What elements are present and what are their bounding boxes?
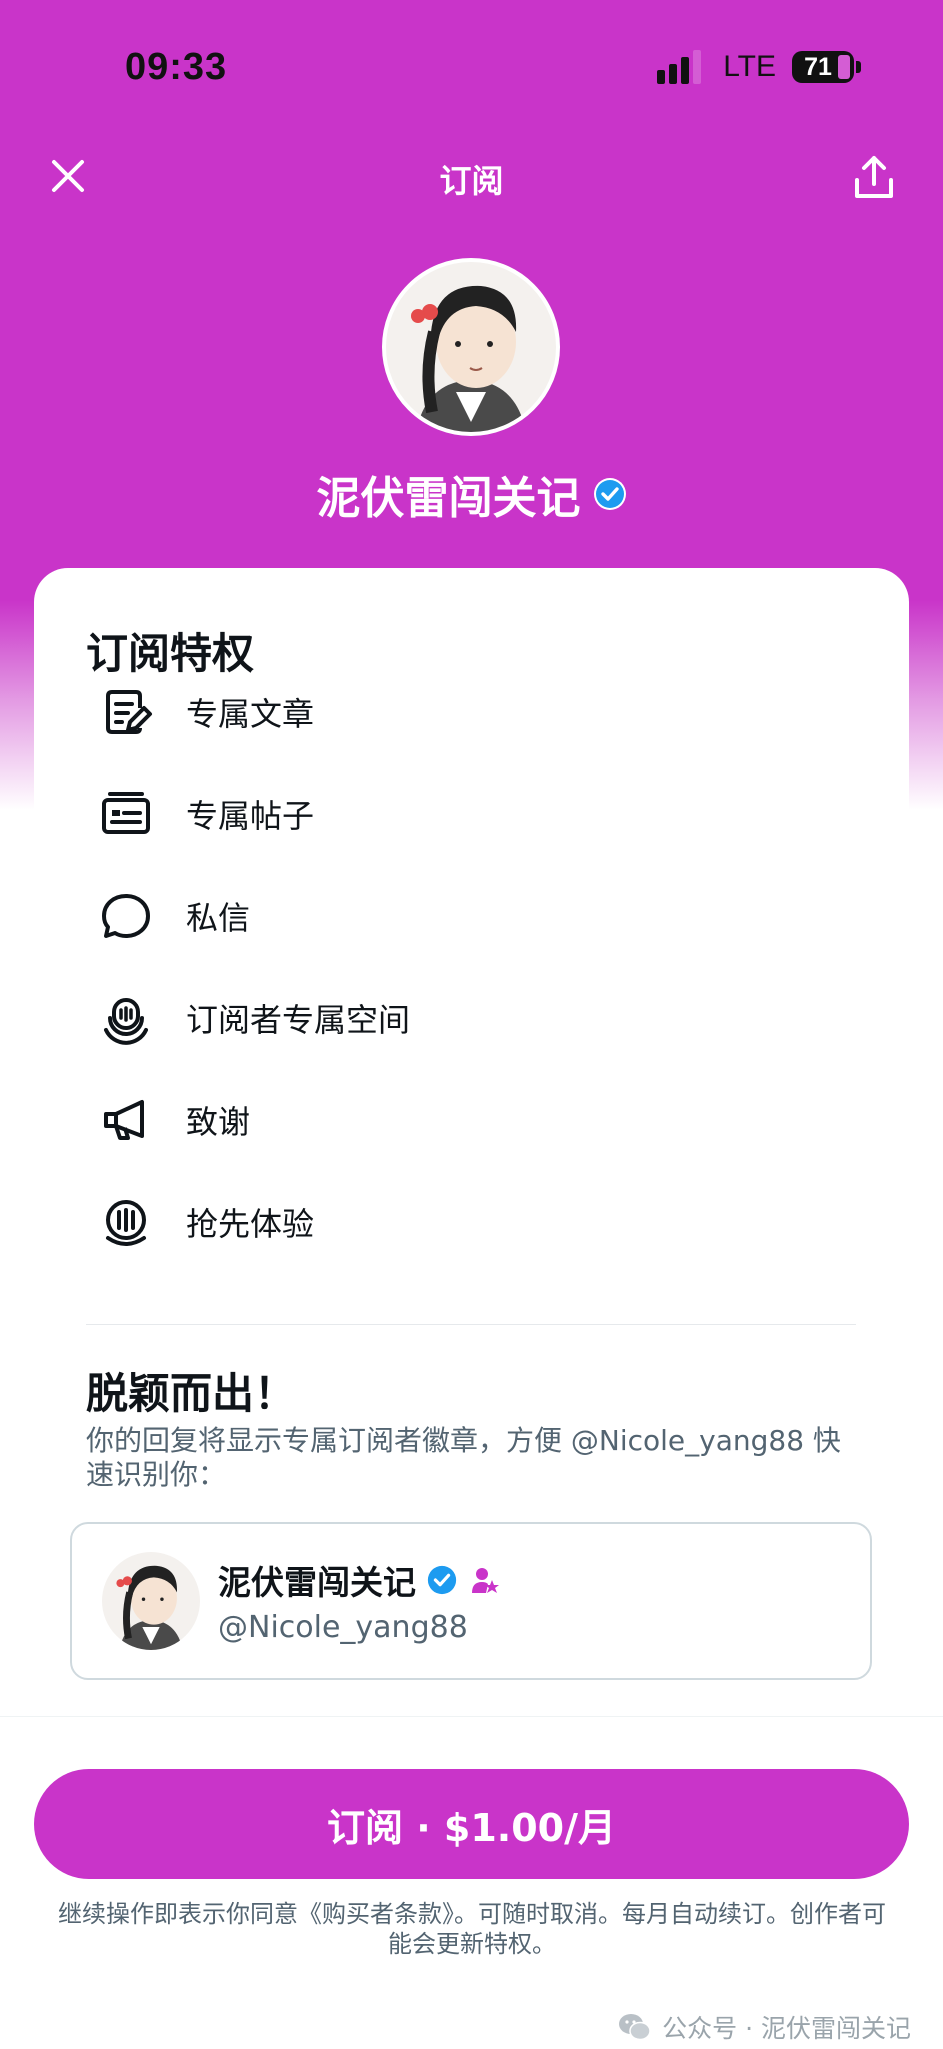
post-icon — [102, 792, 150, 834]
preview-handle: @Nicole_yang88 — [218, 1610, 468, 1645]
perk-item: 致谢 — [98, 1090, 250, 1150]
perk-label: 专属帖子 — [186, 797, 315, 835]
battery-icon: 71 — [792, 51, 854, 83]
perk-label: 私信 — [186, 899, 251, 937]
signal-icon — [657, 50, 702, 84]
battery-cap — [856, 61, 861, 73]
article-icon — [106, 690, 152, 734]
divider — [86, 1324, 856, 1325]
perk-label: 致谢 — [186, 1103, 251, 1141]
status-time: 09:33 — [125, 46, 228, 88]
profile-name-text: 泥伏雷闯关记 — [316, 473, 581, 524]
perk-label: 专属文章 — [186, 695, 315, 733]
message-icon — [102, 894, 150, 938]
preview-name: 泥伏雷闯关记 — [218, 1556, 500, 1604]
subscribe-button[interactable]: 订阅 · $1.00/月 — [34, 1769, 909, 1879]
early-access-icon — [106, 1200, 146, 1246]
badge-preview: 泥伏雷闯关记 @Nicole_yang88 — [70, 1522, 872, 1680]
preview-name-text: 泥伏雷闯关记 — [218, 1563, 416, 1602]
perk-item: 私信 — [98, 886, 250, 946]
avatar-image — [102, 1552, 200, 1650]
watermark-text: 公众号 · 泥伏雷闯关记 — [662, 2014, 911, 2043]
perk-item: 专属帖子 — [98, 784, 314, 844]
perk-item: 订阅者专属空间 — [98, 988, 410, 1048]
wechat-icon — [619, 2014, 651, 2041]
battery-level: 71 — [804, 52, 832, 81]
preview-avatar — [102, 1552, 200, 1650]
avatar-image — [386, 262, 556, 432]
bottom-bar: 订阅 · $1.00/月 继续操作即表示你同意《购买者条款》。可随时取消。每月自… — [0, 1716, 943, 2049]
terms-text: 继续操作即表示你同意《购买者条款》。可随时取消。每月自动续订。创作者可能会更新特… — [58, 1900, 886, 1958]
perk-item: 抢先体验 — [98, 1192, 314, 1252]
perks-title: 订阅特权 — [86, 629, 255, 678]
verified-icon — [427, 1565, 457, 1595]
spaces-icon — [104, 998, 148, 1045]
perks-card: 订阅特权 专属文章 专属帖子 私信 订阅者专属空间 致谢 抢先体验 脱颖而出！ … — [34, 568, 909, 1718]
network-type: LTE — [723, 50, 776, 83]
stand-out-description: 你的回复将显示专属订阅者徽章，方便 @Nicole_yang88 快速识别你： — [86, 1424, 841, 1491]
perk-item: 专属文章 — [98, 682, 314, 742]
subscriber-badge-icon — [472, 1568, 499, 1593]
megaphone-icon — [104, 1100, 144, 1140]
page-title: 订阅 — [439, 162, 504, 200]
share-icon[interactable] — [849, 152, 899, 202]
avatar[interactable] — [382, 258, 560, 436]
status-indicators: LTE 71 — [657, 50, 861, 84]
profile-name: 泥伏雷闯关记 — [0, 462, 943, 526]
perk-label: 抢先体验 — [186, 1205, 315, 1243]
stand-out-title: 脱颖而出！ — [86, 1369, 297, 1418]
watermark: 公众号 · 泥伏雷闯关记 — [618, 2009, 911, 2045]
perk-label: 订阅者专属空间 — [186, 1001, 411, 1039]
verified-icon — [593, 478, 626, 510]
